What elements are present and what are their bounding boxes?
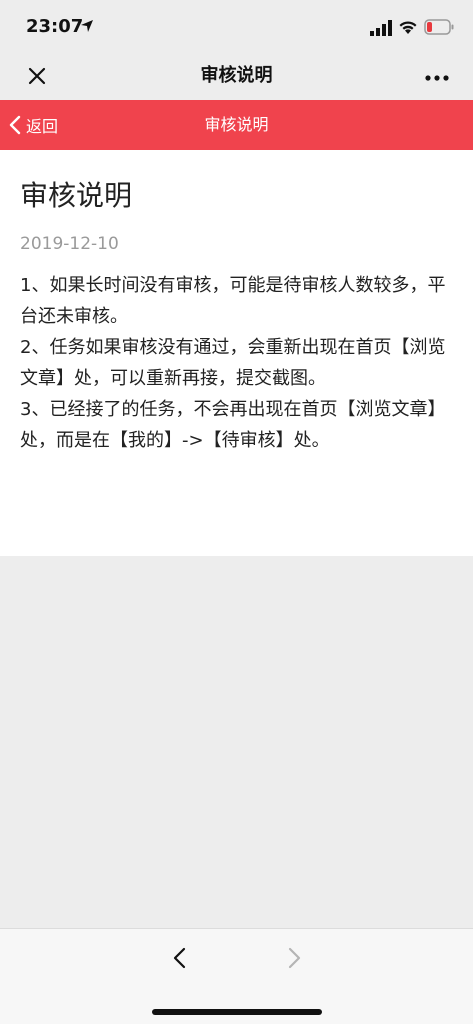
status-bar: 23:07	[0, 0, 473, 56]
article-date: 2019-12-10	[20, 234, 119, 254]
bottom-nav-bar	[0, 928, 473, 1024]
wechat-nav-bar: 审核说明	[0, 56, 473, 100]
location-arrow-icon	[81, 20, 93, 32]
home-indicator	[152, 1009, 322, 1015]
page-header: 审核说明 返回	[0, 100, 473, 150]
article-paragraph: 3、已经接了的任务，不会再出现在首页【浏览文章】处，而是在【我的】->【待审核】…	[20, 399, 446, 451]
back-label: 返回	[26, 117, 59, 136]
battery-icon	[424, 19, 454, 35]
article-paragraph: 2、任务如果审核没有通过，会重新出现在首页【浏览文章】处，可以重新再接，提交截图…	[20, 337, 446, 389]
signal-icon	[370, 20, 392, 36]
wechat-nav-title: 审核说明	[200, 65, 273, 86]
article-body: 1、如果长时间没有审核，可能是待审核人数较多，平台还未审核。 2、任务如果审核没…	[20, 270, 453, 456]
chevron-right-icon[interactable]	[282, 943, 306, 973]
article-paragraph: 1、如果长时间没有审核，可能是待审核人数较多，平台还未审核。	[20, 275, 446, 327]
back-button[interactable]: 返回	[8, 100, 78, 150]
status-time: 23:07	[26, 16, 84, 37]
chevron-left-icon[interactable]	[168, 943, 192, 973]
article-content: 审核说明 2019-12-10 1、如果长时间没有审核，可能是待审核人数较多，平…	[0, 150, 473, 556]
chevron-left-icon	[9, 115, 21, 135]
more-icon[interactable]	[422, 68, 452, 88]
close-icon[interactable]	[26, 65, 48, 87]
wifi-icon	[399, 21, 417, 34]
article-title: 审核说明	[20, 179, 133, 212]
